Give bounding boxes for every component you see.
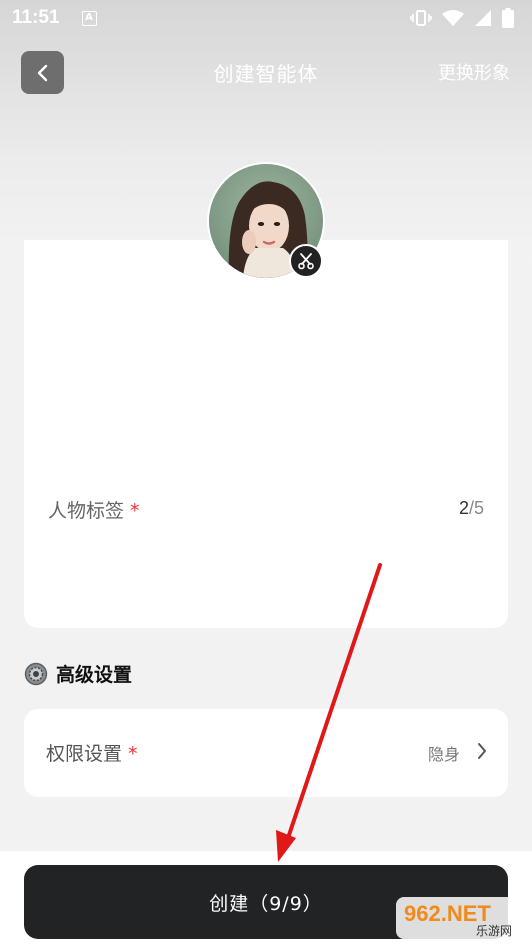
tag-count-current: 2 <box>458 498 469 518</box>
tag-count: 2/5 <box>459 498 484 519</box>
cellular-icon <box>475 10 491 26</box>
character-tags-label[interactable]: 人物标签 * <box>48 496 140 523</box>
status-icons <box>410 8 514 28</box>
required-mark: * <box>130 500 140 522</box>
header: 创建智能体 更换形象 <box>0 48 532 96</box>
permission-label: 权限设置 * <box>46 739 138 766</box>
avatar-container[interactable] <box>207 162 325 280</box>
advanced-settings-heading: 高级设置 <box>24 660 132 687</box>
notification-a-icon: A <box>81 10 97 26</box>
scissors-icon <box>298 253 314 270</box>
status-bar: 11:51 A <box>0 0 532 36</box>
battery-icon <box>502 8 514 28</box>
site-watermark-logo: 962.NET 乐游网 <box>396 897 526 939</box>
watermark-sub: 乐游网 <box>476 924 512 938</box>
settings-gear-icon <box>24 662 48 685</box>
permission-value: 隐身 <box>427 745 460 764</box>
character-card: 人物标签 * 2/5 <box>24 240 508 628</box>
required-mark: * <box>128 743 138 765</box>
character-tags-label-text: 人物标签 <box>48 500 125 522</box>
tag-count-max: 5 <box>473 498 484 518</box>
advanced-settings-title: 高级设置 <box>56 664 133 686</box>
permission-settings-row[interactable]: 权限设置 * 隐身 <box>24 709 508 797</box>
status-time: 11:51 <box>12 7 60 28</box>
vibrate-icon <box>410 10 432 26</box>
wifi-icon <box>442 10 464 26</box>
chevron-right-icon <box>478 743 486 759</box>
crop-avatar-button[interactable] <box>289 244 323 278</box>
watermark-text: 962.NET <box>404 901 491 926</box>
change-avatar-link[interactable]: 更换形象 <box>438 59 510 85</box>
permission-label-text: 权限设置 <box>46 743 123 765</box>
